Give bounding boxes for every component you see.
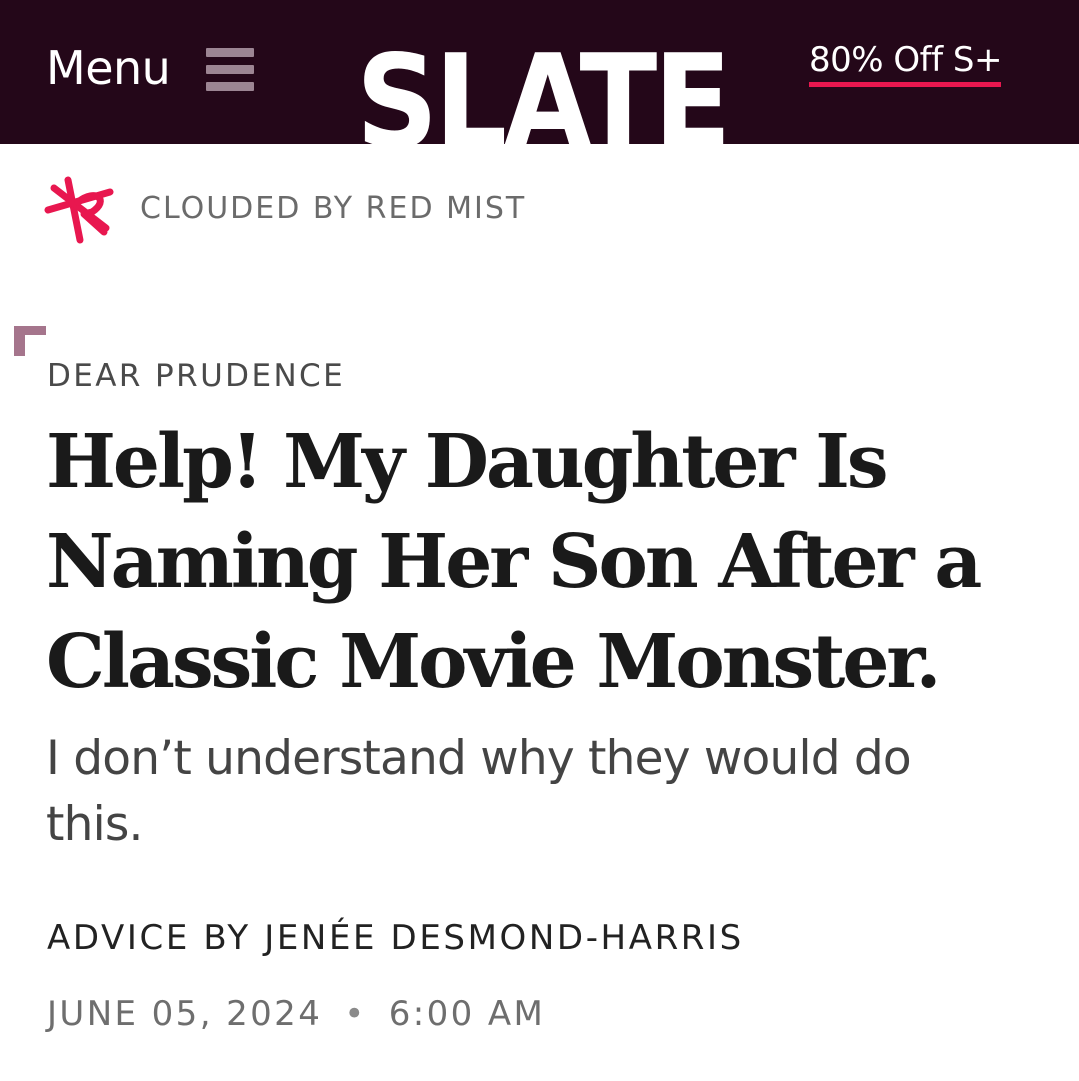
article-headline: Help! My Daughter Is Naming Her Son Afte…	[46, 419, 982, 705]
column-label: CLOUDED BY RED MIST	[140, 190, 527, 226]
slate-logo-icon: SLATE	[356, 28, 732, 177]
byline: ADVICE BY JENÉE DESMOND-HARRIS	[47, 916, 744, 960]
publish-dateline: JUNE 05, 2024 • 6:00 AM	[47, 992, 545, 1036]
hamburger-icon	[206, 48, 254, 92]
dateline-separator: •	[344, 994, 367, 1034]
article-dek: I don’t understand why they would do thi…	[46, 731, 912, 852]
section-kicker[interactable]: DEAR PRUDENCE	[47, 356, 345, 396]
corner-accent-mark	[14, 326, 46, 356]
slate-logo[interactable]: SLATE	[352, 28, 732, 177]
promo-label: 80% Off S+	[809, 40, 1002, 80]
slate-logo-text: SLATE	[356, 34, 728, 144]
promo-underline	[809, 82, 1001, 87]
top-navigation-bar: Menu SLATE 80% Off S+	[0, 0, 1079, 177]
publish-date: JUNE 05, 2024	[47, 994, 323, 1034]
subscription-promo-link[interactable]: 80% Off S+	[809, 38, 1002, 90]
red-mist-star-icon	[44, 176, 114, 244]
byline-prefix: ADVICE BY	[47, 918, 251, 958]
publish-time: 6:00 AM	[388, 994, 546, 1034]
menu-button[interactable]: Menu	[46, 40, 254, 96]
author-link[interactable]: JENÉE DESMOND-HARRIS	[264, 918, 744, 958]
menu-label: Menu	[46, 41, 171, 95]
column-tag[interactable]: CLOUDED BY RED MIST	[44, 170, 526, 246]
